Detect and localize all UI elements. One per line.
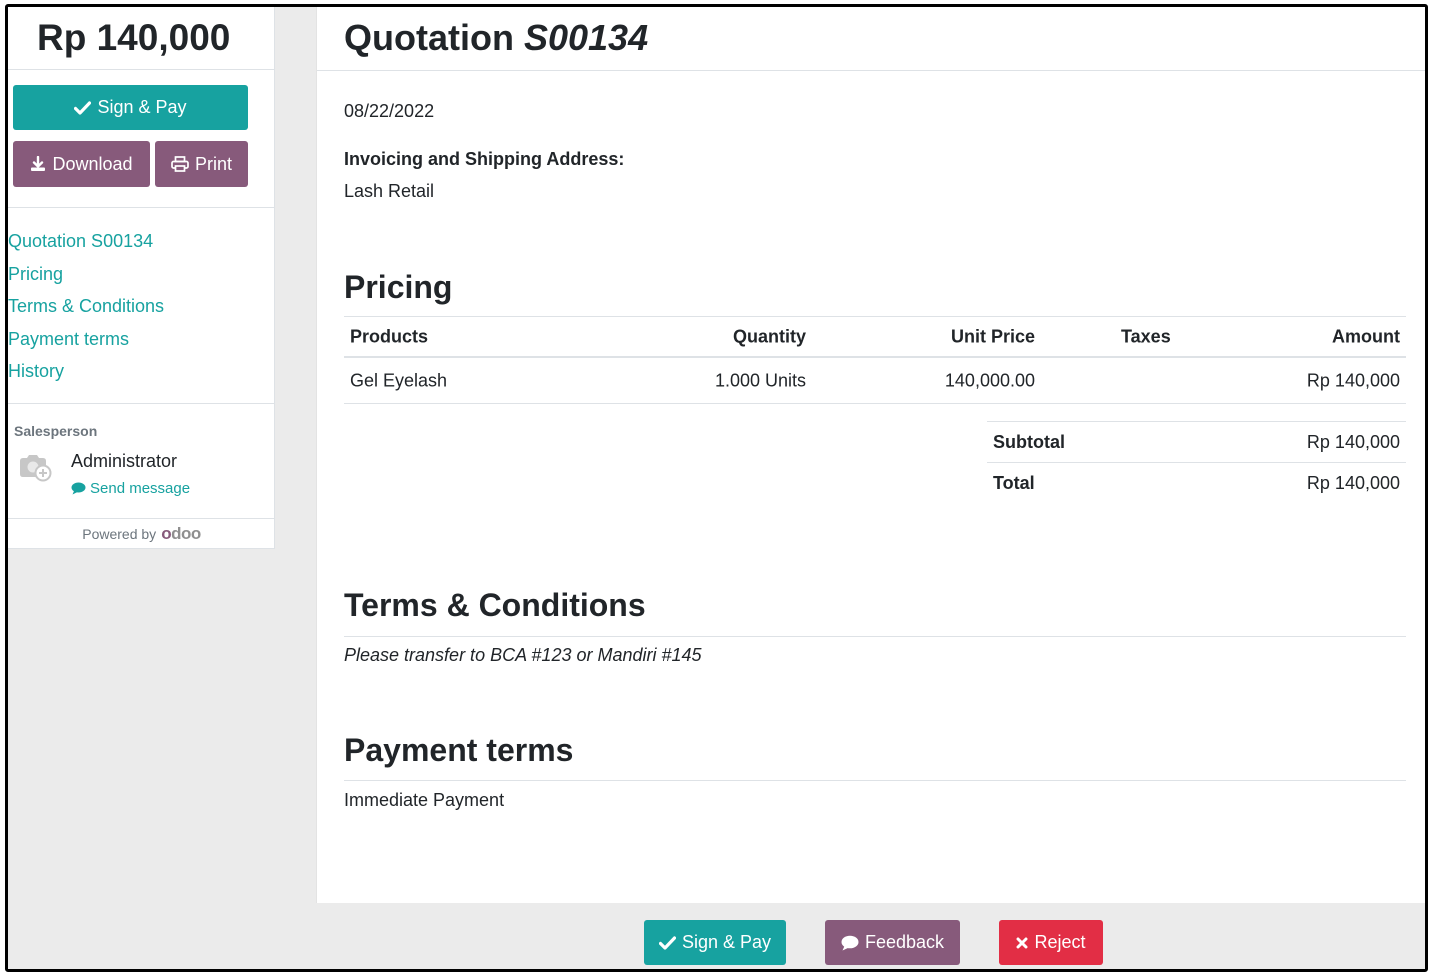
terms-text: Please transfer to BCA #123 or Mandiri #… [344, 645, 702, 665]
terms-divider [344, 636, 1406, 637]
sign-pay-label: Sign & Pay [97, 97, 187, 117]
page-title: Quotation S00134 [344, 17, 648, 59]
reject-label: Reject [1034, 932, 1086, 952]
nav-link-quotation[interactable]: Quotation S00134 [8, 231, 153, 252]
totals-table: Subtotal Rp 140,000 Total Rp 140,000 [987, 421, 1406, 503]
portal-window: Rp 140,000 Sign & Pay Download Print Quo… [5, 4, 1428, 972]
salesperson-block: Salesperson Administrator Send message [8, 404, 275, 518]
close-icon [1016, 937, 1028, 949]
subtotal-row: Subtotal Rp 140,000 [987, 421, 1406, 462]
subtotal-value: Rp 140,000 [1306, 432, 1400, 452]
quotation-document: Quotation S00134 08/22/2022 Invoicing an… [316, 7, 1425, 903]
amount-total: Rp 140,000 [37, 17, 231, 58]
total-row: Total Rp 140,000 [987, 462, 1406, 503]
document-header: Quotation S00134 [317, 7, 1425, 71]
camera-plus-icon [18, 452, 52, 482]
check-icon [658, 935, 676, 950]
sidebar-sign-pay-button[interactable]: Sign & Pay [13, 85, 248, 130]
nav-link-history[interactable]: History [8, 361, 64, 382]
chat-bubble-icon [841, 935, 859, 951]
pricing-heading: Pricing [344, 269, 453, 305]
odoo-logo[interactable]: odoo [161, 524, 201, 544]
feedback-button[interactable]: Feedback [825, 920, 960, 965]
feedback-label: Feedback [864, 932, 945, 952]
quotation-number: S00134 [523, 17, 649, 58]
nav-link-payment-terms[interactable]: Payment terms [8, 329, 129, 350]
row-unit-price: 140,000.00 [944, 370, 1035, 390]
address-value: Lash Retail [344, 181, 435, 201]
bottom-sign-pay-button[interactable]: Sign & Pay [644, 920, 786, 965]
row-product: Gel Eyelash [350, 370, 448, 390]
download-button[interactable]: Download [13, 141, 150, 187]
print-icon [171, 156, 189, 172]
check-icon [74, 100, 92, 115]
table-row: Gel Eyelash 1.000 Units 140,000.00 Rp 14… [344, 358, 1406, 404]
bottom-sign-pay-label: Sign & Pay [681, 932, 772, 952]
total-label: Total [993, 473, 1035, 493]
pricing-table: Products Quantity Unit Price Taxes Amoun… [344, 316, 1406, 404]
row-amount: Rp 140,000 [1306, 370, 1400, 390]
subtotal-label: Subtotal [993, 432, 1065, 452]
salesperson-title: Salesperson [14, 423, 98, 439]
download-label: Download [52, 153, 133, 174]
amount-block: Rp 140,000 [8, 7, 274, 70]
column-header-unit-price: Unit Price [950, 326, 1035, 346]
print-label: Print [194, 153, 232, 174]
chat-bubble-icon [71, 482, 86, 495]
total-value: Rp 140,000 [1306, 473, 1400, 493]
column-header-taxes: Taxes [1121, 326, 1171, 346]
print-button[interactable]: Print [155, 141, 248, 187]
nav-link-pricing[interactable]: Pricing [8, 264, 63, 285]
salesperson-name: Administrator [71, 451, 178, 471]
terms-heading: Terms & Conditions [344, 587, 646, 623]
row-quantity: 1.000 Units [714, 370, 806, 390]
address-label: Invoicing and Shipping Address: [344, 149, 625, 169]
quotation-date: 08/22/2022 [344, 101, 435, 121]
column-header-amount: Amount [1332, 326, 1400, 346]
download-icon [30, 156, 46, 172]
powered-by-footer: Powered by odoo [8, 518, 275, 549]
column-header-products: Products [350, 326, 429, 346]
avatar [18, 452, 52, 482]
reject-button[interactable]: Reject [999, 920, 1103, 965]
payment-terms-divider [344, 780, 1406, 781]
column-header-quantity: Quantity [732, 326, 806, 346]
nav-link-terms[interactable]: Terms & Conditions [8, 296, 164, 317]
payment-terms-text: Immediate Payment [344, 790, 505, 810]
send-message-link[interactable]: Send message [71, 480, 190, 497]
title-prefix: Quotation [344, 17, 514, 58]
section-nav: Quotation S00134 Pricing Terms & Conditi… [8, 207, 275, 404]
table-header: Products Quantity Unit Price Taxes Amoun… [344, 316, 1406, 358]
send-message-label: Send message [90, 480, 191, 497]
sidebar: Rp 140,000 Sign & Pay Download Print Quo… [8, 7, 275, 549]
payment-terms-heading: Payment terms [344, 732, 574, 768]
powered-by-label: Powered by [82, 526, 157, 542]
